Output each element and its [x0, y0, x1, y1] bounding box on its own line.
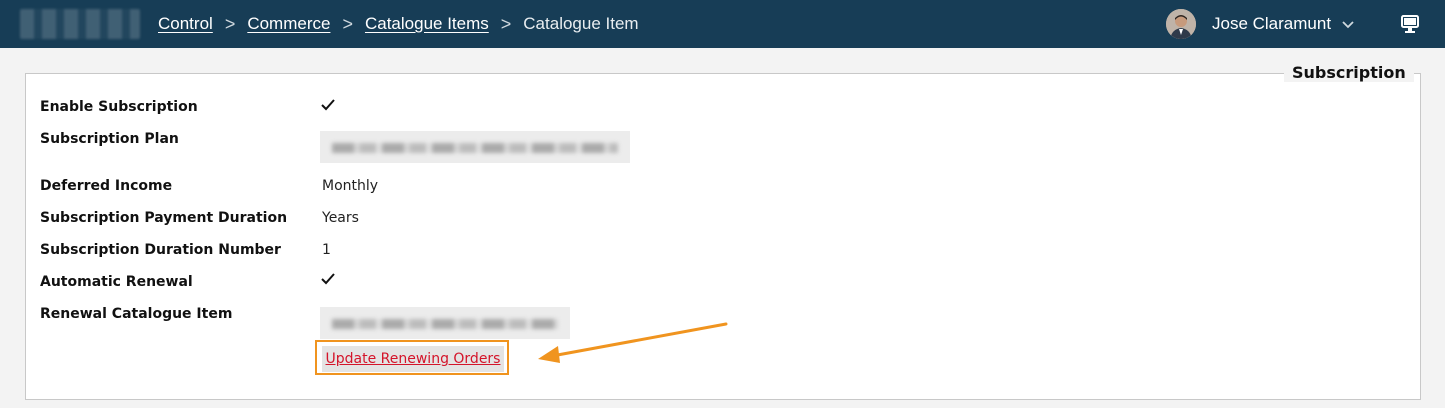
- payment-duration-value: Years: [322, 210, 359, 226]
- update-renewing-orders-button[interactable]: Update Renewing Orders: [322, 346, 504, 372]
- enable-subscription-label: Enable Subscription: [40, 99, 198, 115]
- breadcrumb-control[interactable]: Control: [158, 14, 213, 34]
- check-icon: [321, 273, 335, 285]
- top-navigation-bar: Control > Commerce > Catalogue Items > C…: [0, 0, 1445, 48]
- deferred-income-value: Monthly: [322, 178, 379, 194]
- automatic-renewal-label: Automatic Renewal: [40, 274, 193, 290]
- user-menu[interactable]: Jose Claramunt: [1166, 0, 1355, 48]
- subscription-plan-label: Subscription Plan: [40, 131, 179, 147]
- breadcrumb-commerce[interactable]: Commerce: [247, 14, 330, 34]
- chevron-down-icon[interactable]: [1341, 17, 1355, 31]
- breadcrumb-current: Catalogue Item: [523, 14, 639, 33]
- duration-number-value: 1: [322, 242, 331, 258]
- annotation-arrow-icon: [538, 322, 728, 363]
- app-logo[interactable]: [20, 9, 140, 39]
- subscription-plan-value-redacted: [320, 131, 630, 163]
- section-title: Subscription: [1284, 63, 1414, 82]
- renewal-item-label: Renewal Catalogue Item: [40, 306, 233, 322]
- breadcrumb-separator-icon: >: [342, 13, 353, 34]
- payment-duration-label: Subscription Payment Duration: [40, 210, 288, 226]
- monitor-icon[interactable]: [1399, 13, 1421, 35]
- avatar: [1166, 9, 1196, 39]
- duration-number-label: Subscription Duration Number: [40, 242, 281, 258]
- breadcrumb-separator-icon: >: [224, 13, 236, 34]
- deferred-income-label: Deferred Income: [40, 178, 173, 194]
- breadcrumb: Control > Commerce > Catalogue Items > C…: [158, 0, 639, 48]
- breadcrumb-separator-icon: >: [500, 13, 512, 34]
- breadcrumb-catalogue-items[interactable]: Catalogue Items: [365, 14, 489, 34]
- user-name: Jose Claramunt: [1212, 14, 1332, 33]
- check-icon: [321, 99, 335, 111]
